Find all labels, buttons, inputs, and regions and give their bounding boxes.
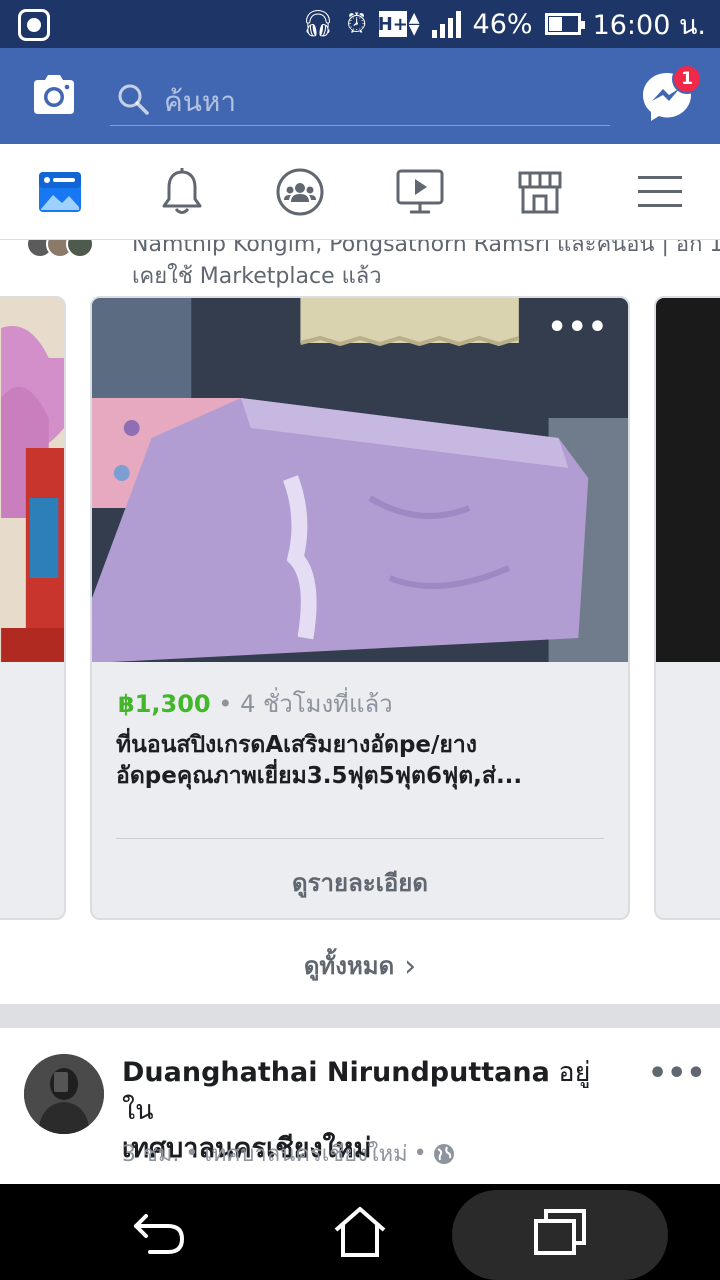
listing-time: 4 ชั่วโมงที่แล้ว	[240, 690, 393, 718]
camera-icon[interactable]	[30, 72, 78, 116]
messenger-badge: 1	[672, 64, 702, 94]
video-icon	[396, 169, 444, 214]
see-all-label: ดูทั้งหมด	[303, 952, 395, 980]
alarm-icon: ⏰︎	[346, 9, 367, 39]
back-button[interactable]	[130, 1202, 190, 1262]
system-nav-bar	[0, 1184, 720, 1280]
tab-watch[interactable]	[390, 164, 450, 220]
feed: Namthip Kongim, Pongsathorn Ramsri และคน…	[0, 240, 720, 1184]
search-placeholder: ค้นหา	[164, 85, 237, 118]
feed-separator	[0, 1004, 720, 1028]
status-bar: 🎧︎ ⏰︎ H+ ▲ ▼ 46% 16:00 น.	[0, 0, 720, 48]
view-details-button[interactable]: ดูรายละเอียด	[92, 858, 628, 908]
tab-notifications[interactable]	[152, 164, 212, 220]
listing-more-button[interactable]: •••	[547, 310, 608, 345]
shop-icon	[518, 171, 562, 214]
listing-photo	[0, 298, 64, 662]
post-author-name[interactable]: Duanghathai Nirundputtana	[122, 1057, 550, 1088]
post-meta-location[interactable]: เทศบาลนครเชียงใหม่	[204, 1136, 407, 1171]
data-arrows-icon: ▲ ▼	[408, 10, 420, 38]
network-icon: H+ ▲ ▼	[378, 10, 420, 38]
tab-marketplace[interactable]	[510, 164, 570, 220]
post-more-button[interactable]: •••	[648, 1056, 706, 1091]
home-button[interactable]	[330, 1202, 390, 1262]
avatar	[66, 240, 94, 258]
battery-icon	[544, 13, 585, 35]
separator-dot: •	[185, 1141, 199, 1166]
post-meta: 3 ชม. • เทศบาลนครเชียงใหม่ •	[122, 1136, 455, 1171]
recents-icon	[534, 1209, 586, 1255]
marketplace-card-prev[interactable]	[0, 296, 66, 920]
post-time[interactable]: 3 ชม.	[122, 1136, 179, 1171]
recents-button[interactable]	[530, 1202, 590, 1262]
separator-dot: •	[218, 690, 233, 718]
headphones-icon: 🎧︎	[301, 9, 335, 39]
signal-icon	[431, 10, 461, 38]
listing-photo	[92, 298, 628, 662]
chevron-right-icon: ›	[404, 949, 417, 984]
listing-photo	[656, 298, 720, 662]
see-all-link[interactable]: ดูทั้งหมด ›	[0, 946, 720, 985]
search-input[interactable]: ค้นหา	[110, 70, 610, 126]
listing-price: ฿1,300	[118, 690, 211, 718]
tab-news-feed[interactable]	[30, 164, 90, 220]
home-icon	[334, 1207, 386, 1257]
separator-dot: •	[413, 1141, 427, 1166]
listing-title[interactable]: ที่นอนสปิงเกรดAเสริมยางอัดpe/ยางอัดpeคุณ…	[116, 730, 596, 792]
tab-menu[interactable]	[630, 164, 690, 220]
avatar-photo	[24, 1054, 104, 1134]
marketplace-social-line-2: เคยใช้ Marketplace แล้ว	[132, 264, 382, 289]
back-icon	[134, 1214, 185, 1254]
news-feed-icon	[39, 172, 81, 212]
status-indicators: 🎧︎ ⏰︎ H+ ▲ ▼ 46% 16:00 น.	[301, 0, 706, 48]
search-icon	[118, 84, 149, 115]
marketplace-card-next[interactable]	[654, 296, 720, 920]
bell-icon	[162, 168, 202, 214]
divider	[116, 838, 604, 839]
network-type: H+	[378, 11, 408, 37]
app-notification-icon	[18, 9, 50, 41]
tab-groups[interactable]	[270, 164, 330, 220]
globe-icon	[433, 1143, 454, 1164]
listing-price-row: ฿1,300 • 4 ชั่วโมงที่แล้ว	[118, 684, 393, 723]
groups-icon	[276, 168, 324, 216]
top-bar: ค้นหา 1	[0, 48, 720, 144]
marketplace-card[interactable]: ••• ฿1,300 • 4 ชั่วโมงที่แล้ว ที่นอนสปิง…	[90, 296, 630, 920]
post-author-avatar[interactable]	[24, 1054, 104, 1134]
battery-percent: 46%	[472, 8, 533, 40]
friend-avatars	[26, 240, 94, 258]
nav-tabs	[0, 144, 720, 240]
clock: 16:00 น.	[592, 9, 706, 41]
hamburger-icon	[638, 176, 682, 207]
